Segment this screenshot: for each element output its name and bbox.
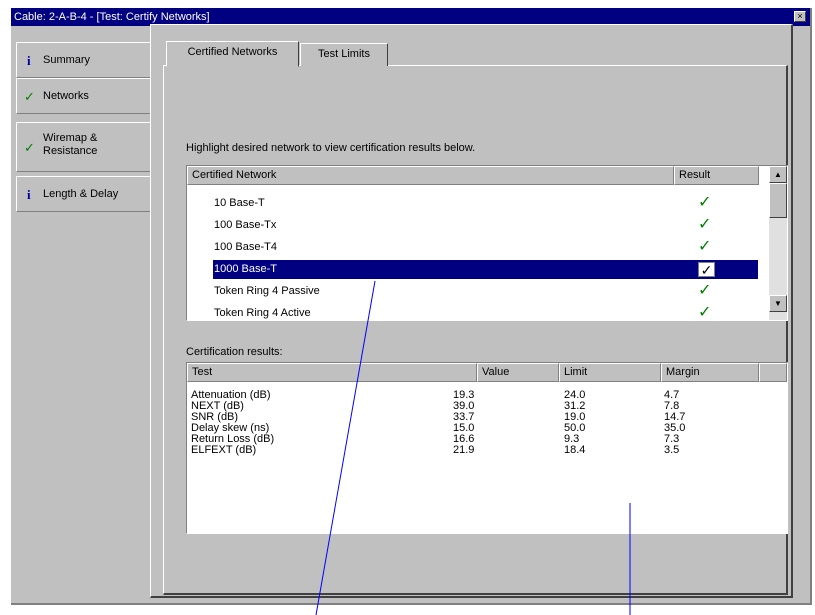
column-header-test[interactable]: Test — [187, 363, 477, 382]
test-limit: 18.4 — [564, 444, 586, 456]
tab-certified-networks[interactable]: Certified Networks — [166, 41, 299, 67]
selection-highlight — [213, 260, 758, 279]
column-header-limit[interactable]: Limit — [559, 363, 661, 382]
sidebar-tab-summary[interactable]: i Summary — [16, 42, 159, 78]
instruction-text: Highlight desired network to view certif… — [186, 142, 476, 154]
network-name: Token Ring 4 Passive — [214, 285, 320, 297]
close-button[interactable]: × — [794, 11, 806, 22]
certification-results-table: Test Value Limit Margin Attenuation (dB)… — [186, 362, 788, 534]
certification-results-label: Certification results: — [186, 346, 283, 358]
column-header-network[interactable]: Certified Network — [187, 166, 674, 185]
column-header-filler — [759, 363, 787, 382]
sidebar-tab-label: Length & Delay — [43, 188, 119, 200]
info-icon: i — [27, 53, 31, 68]
sidebar-tab-networks[interactable]: ✓ Networks — [16, 78, 166, 114]
tab-test-limits[interactable]: Test Limits — [300, 43, 388, 66]
network-list[interactable]: Certified Network Result 10 Base-T ✓ 100… — [186, 165, 788, 321]
check-icon: ✓ — [698, 282, 712, 299]
network-name: 100 Base-T4 — [214, 241, 277, 253]
sidebar-tab-label-line2: Resistance — [43, 145, 98, 157]
check-icon: ✓ — [698, 262, 715, 277]
sidebar-tab-length-delay[interactable]: i Length & Delay — [16, 176, 159, 212]
scroll-up-button[interactable]: ▲ — [769, 166, 787, 183]
table-row: ELFEXT (dB) 21.9 18.4 3.5 — [187, 444, 787, 456]
sidebar-tab-label: Networks — [43, 90, 89, 102]
info-icon: i — [27, 187, 31, 202]
network-row[interactable]: Token Ring 4 Passive ✓ — [187, 282, 760, 302]
network-row[interactable]: 100 Base-Tx ✓ — [187, 216, 760, 236]
test-name: ELFEXT (dB) — [191, 444, 257, 456]
test-value: 21.9 — [453, 444, 475, 456]
vertical-scrollbar[interactable]: ▲ ▼ — [769, 166, 787, 320]
check-icon: ✓ — [698, 304, 712, 321]
sidebar-tab-wiremap-resistance[interactable]: ✓ Wiremap & Resistance — [16, 122, 159, 172]
network-row-selected[interactable]: 1000 Base-T ✓ — [187, 260, 760, 280]
network-row[interactable]: Token Ring 4 Active ✓ — [187, 304, 760, 321]
check-icon: ✓ — [698, 216, 712, 233]
scroll-thumb[interactable] — [769, 183, 787, 218]
sidebar-tab-label-line1: Wiremap & — [43, 132, 98, 144]
network-name: 10 Base-T — [214, 197, 265, 209]
test-margin: 3.5 — [664, 444, 680, 456]
scroll-down-button[interactable]: ▼ — [769, 295, 787, 312]
network-name: Token Ring 4 Active — [214, 307, 311, 319]
column-header-result[interactable]: Result — [674, 166, 759, 185]
column-header-margin[interactable]: Margin — [661, 363, 759, 382]
network-row[interactable]: 100 Base-T4 ✓ — [187, 238, 760, 258]
network-name: 1000 Base-T — [214, 263, 277, 275]
check-icon: ✓ — [698, 238, 712, 255]
network-name: 100 Base-Tx — [214, 219, 277, 231]
column-header-value[interactable]: Value — [477, 363, 559, 382]
network-row[interactable]: 10 Base-T ✓ — [187, 194, 760, 214]
check-icon: ✓ — [24, 140, 35, 155]
sidebar-tab-label: Summary — [43, 54, 91, 66]
check-icon: ✓ — [698, 194, 712, 211]
check-icon: ✓ — [24, 89, 35, 104]
